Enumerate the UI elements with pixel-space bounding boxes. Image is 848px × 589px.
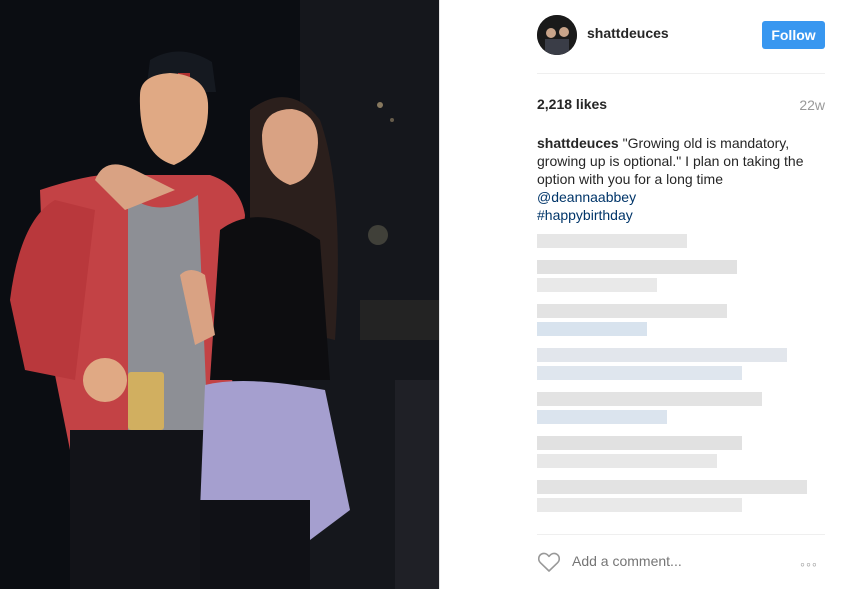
add-comment-input[interactable]	[572, 553, 782, 569]
caption-username[interactable]: shattdeuces	[537, 135, 619, 151]
comment-divider	[537, 534, 825, 535]
likes-count[interactable]: 2,218 likes	[537, 96, 607, 112]
blurred-comments	[537, 228, 825, 528]
post-photo[interactable]	[0, 0, 439, 589]
caption-mention-link[interactable]: @deannaabbey	[537, 189, 636, 205]
caption-hashtag-link[interactable]: #happybirthday	[537, 207, 633, 223]
post-caption: shattdeuces "Growing old is mandatory, g…	[537, 134, 825, 224]
header-divider	[537, 73, 825, 74]
follow-button[interactable]: Follow	[762, 21, 825, 49]
post-timestamp[interactable]: 22w	[799, 97, 825, 113]
avatar[interactable]	[537, 15, 577, 55]
more-options-icon[interactable]: ◦◦◦	[800, 556, 818, 572]
post-username[interactable]: shattdeuces	[587, 25, 669, 41]
post-side-panel: shattdeuces Follow 2,218 likes 22w shatt…	[440, 0, 848, 589]
heart-outline-icon[interactable]	[537, 551, 561, 573]
